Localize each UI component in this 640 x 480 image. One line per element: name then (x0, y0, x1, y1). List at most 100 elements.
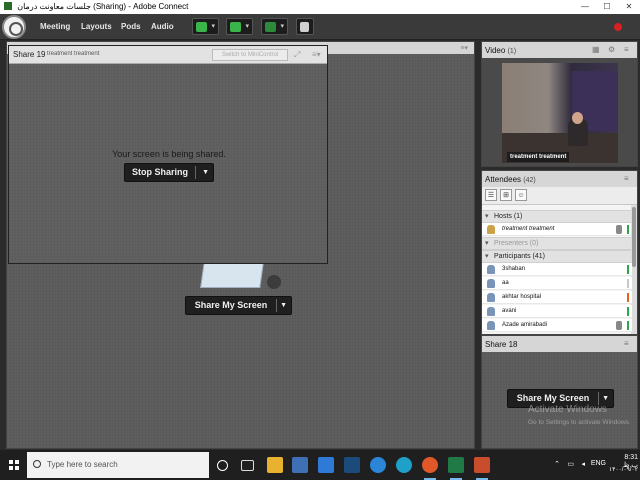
speaker-toggle-button[interactable]: ▾ (192, 18, 219, 35)
pod-options-icon[interactable]: ≡ (624, 45, 629, 54)
participant-icon (487, 265, 495, 274)
file-explorer-icon[interactable] (267, 457, 283, 473)
webcam-toggle-button[interactable]: ▾ (261, 18, 288, 35)
chevron-down-icon[interactable]: ▼ (202, 164, 209, 181)
menu-layouts[interactable]: Layouts (81, 14, 112, 40)
minimize-button[interactable]: — (574, 0, 596, 14)
video-pod-title: Video (1) (485, 46, 517, 55)
webcam-video-feed[interactable] (502, 63, 618, 163)
switch-to-minicontrol-button[interactable]: Switch to MiniControl (212, 49, 288, 61)
pod-options-icon[interactable]: ≡ (624, 339, 629, 348)
participant-name: avani (502, 308, 517, 314)
app-icon[interactable] (344, 457, 360, 473)
window-controls: — ☐ ✕ (574, 0, 640, 14)
menu-pods[interactable]: Pods (121, 14, 141, 40)
host-name: treatment treatment (502, 226, 555, 232)
activate-windows-watermark: Activate Windows (528, 404, 607, 415)
participant-name: Azade amirabadi (502, 322, 548, 328)
start-button[interactable] (0, 450, 26, 480)
participant-row[interactable]: avani (482, 305, 632, 318)
store-icon[interactable] (292, 457, 308, 473)
video-name-overlay: treatment treatment (507, 152, 570, 162)
cortana-icon[interactable] (217, 460, 228, 471)
powerpoint-icon[interactable] (474, 457, 490, 480)
tray-overflow-icon[interactable]: ⌃ (554, 460, 560, 468)
edge-icon[interactable] (396, 457, 412, 473)
host-row[interactable]: treatment treatment (482, 223, 632, 236)
document-illustration (200, 262, 264, 288)
menu-bar: Meeting Layouts Pods Audio ▾ ▾ ▾ (0, 14, 640, 40)
fullscreen-icon[interactable]: ⤢ (294, 50, 300, 60)
network-icon[interactable]: ▭ (567, 460, 574, 468)
mail-icon[interactable] (318, 457, 334, 473)
share-19-pod: Share 19 treatment treatment Switch to M… (8, 45, 328, 264)
status-view-icon[interactable]: ☰ (485, 189, 497, 201)
menu-audio[interactable]: Audio (151, 14, 174, 40)
status-indicator (627, 279, 629, 288)
activate-windows-subtext: Go to Settings to activate Windows. (528, 419, 631, 426)
attendee-status-icon[interactable]: ☺ (515, 189, 527, 201)
language-indicator[interactable]: ENG (591, 460, 606, 467)
share-19-header: Share 19 treatment treatment Switch to M… (9, 46, 327, 64)
share-my-screen-label: Share My Screen (194, 300, 268, 310)
pod-options-icon[interactable]: ≡▾ (312, 50, 321, 59)
microphone-toggle-button[interactable]: ▾ (226, 18, 253, 35)
firefox-icon[interactable] (422, 457, 438, 480)
button-separator (276, 299, 277, 312)
participant-row[interactable]: 3shaban (482, 263, 632, 276)
pod-options-icon[interactable]: ≡ (624, 174, 629, 183)
volume-icon[interactable]: ◂ (581, 460, 585, 468)
close-button[interactable]: ✕ (618, 0, 640, 14)
presenters-section-header[interactable]: Presenters (0) (482, 237, 632, 250)
adobe-connect-app-icon (4, 2, 12, 10)
share-19-presenter: treatment treatment (47, 51, 100, 57)
microphone-icon (616, 225, 622, 234)
status-indicator (627, 321, 629, 330)
menu-meeting[interactable]: Meeting (40, 14, 70, 40)
task-view-icon[interactable] (241, 460, 254, 471)
host-icon (487, 225, 495, 234)
participants-section-header[interactable]: Participants (41) (482, 250, 632, 263)
speaker-icon (196, 22, 207, 32)
pod-options-icon[interactable]: ≡▾ (460, 44, 468, 52)
attendees-pod-header: Attendees (42) ≡ (482, 171, 637, 187)
taskbar-search-box[interactable]: Type here to search (27, 452, 209, 478)
video-face (572, 112, 583, 124)
participant-row[interactable]: aa (482, 277, 632, 290)
breakout-view-icon[interactable]: ⊞ (500, 189, 512, 201)
search-placeholder: Type here to search (47, 460, 118, 469)
stop-sharing-label: Stop Sharing (132, 167, 188, 177)
recording-indicator-icon[interactable] (614, 23, 622, 31)
windows-taskbar: Type here to search ⌃ ▭ ◂ ENG 8:31 ب.ظ ۱… (0, 450, 640, 480)
mouse-illustration (267, 275, 281, 289)
raise-hand-button[interactable] (296, 18, 314, 35)
participant-icon (487, 307, 495, 316)
excel-icon[interactable] (448, 457, 464, 480)
window-title: جلسات معاونت درمان (Sharing) - Adobe Con… (17, 2, 189, 11)
video-pod: Video (1) ▦ ⚙ ≡ treatment treatment (481, 41, 638, 167)
clock-date[interactable]: ۱۴۰۰/۰۹/۰۲ (606, 466, 638, 473)
attendees-pod-title: Attendees (42) (485, 175, 536, 184)
participant-icon (487, 279, 495, 288)
attendees-pod: Attendees (42) ≡ ☰ ⊞ ☺ Hosts (1) treatme… (481, 170, 638, 335)
status-indicator (627, 307, 629, 316)
settings-icon[interactable]: ⚙ (608, 45, 615, 54)
share-19-title: Share 19 (13, 50, 46, 59)
chevron-down-icon: ▾ (211, 23, 215, 30)
participant-name: aa (502, 280, 509, 286)
microphone-icon (230, 22, 241, 32)
stop-sharing-button[interactable]: Stop Sharing ▼ (124, 163, 214, 182)
share-my-screen-button[interactable]: Share My Screen ▼ (185, 296, 292, 315)
participant-row[interactable]: Azade amirabadi (482, 319, 632, 332)
grid-view-icon[interactable]: ▦ (592, 45, 600, 54)
share-18-title: Share 18 (485, 340, 518, 349)
hosts-section-header[interactable]: Hosts (1) (482, 210, 632, 223)
ie-icon[interactable] (370, 457, 386, 473)
status-indicator (627, 293, 629, 302)
search-icon (33, 460, 41, 468)
chevron-down-icon[interactable]: ▼ (280, 297, 287, 314)
maximize-button[interactable]: ☐ (596, 0, 618, 14)
participant-row[interactable]: akhtar hospital (482, 291, 632, 304)
scrollbar-thumb[interactable] (632, 207, 636, 267)
share-18-pod: Share 18 ≡ Share My Screen ▼ (481, 335, 638, 449)
